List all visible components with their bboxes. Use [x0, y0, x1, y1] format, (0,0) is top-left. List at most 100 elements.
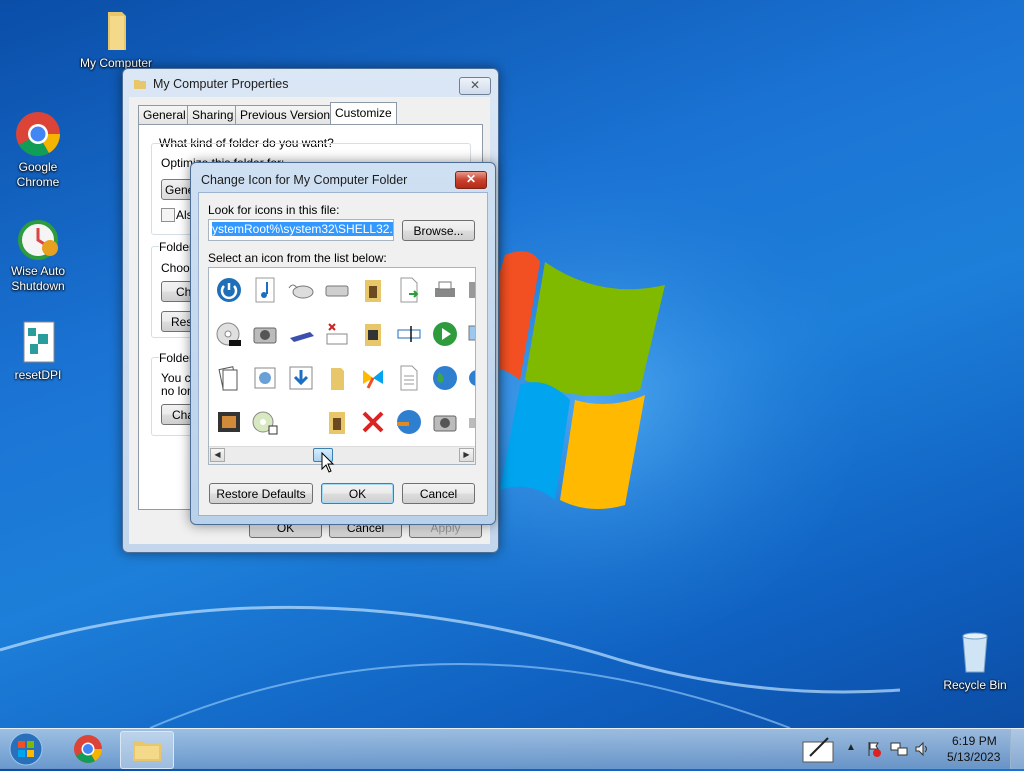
cd-download-icon[interactable]	[247, 404, 283, 440]
chrome-icon	[14, 110, 62, 158]
folder-icon[interactable]	[319, 360, 355, 396]
arrow-left-icon: ◀	[214, 450, 221, 459]
play-icon[interactable]	[427, 316, 463, 352]
dialog-title: Change Icon for My Computer Folder	[201, 173, 408, 187]
desktop-icon-label: Google Chrome	[16, 160, 60, 189]
desktop-icon-label: Recycle Bin	[943, 678, 1007, 692]
taskbar: ▲ 6:19 PM 5/13/2023	[0, 728, 1024, 769]
icon-grid	[209, 268, 475, 446]
scroll-left-button[interactable]: ◀	[210, 448, 225, 462]
taskbar-explorer[interactable]	[120, 731, 174, 769]
start-button[interactable]	[4, 731, 48, 767]
mouse-icon[interactable]	[283, 272, 319, 308]
volume-icon[interactable]	[914, 741, 932, 757]
tab-label: Customize	[335, 106, 392, 120]
resetdpi-icon	[14, 318, 62, 366]
mouse-cursor-icon	[321, 452, 335, 473]
tab-previous-versions[interactable]: Previous Versions	[235, 105, 342, 124]
scroll-right-button[interactable]: ▶	[459, 448, 474, 462]
horizontal-scrollbar[interactable]: ◀ ▶	[209, 446, 475, 464]
show-desktop-button[interactable]	[1010, 729, 1024, 769]
button-label: Browse...	[413, 224, 464, 238]
desktop-icon-recycle-bin[interactable]: Recycle Bin	[937, 628, 1013, 693]
blank-icon[interactable]	[283, 404, 319, 440]
action-center-icon[interactable]	[866, 741, 882, 757]
tab-general[interactable]: General	[138, 105, 191, 124]
show-hidden-icons-icon[interactable]: ▲	[846, 742, 856, 753]
drive-icon[interactable]	[319, 272, 355, 308]
tab-label: Previous Versions	[240, 108, 337, 122]
close-icon: ✕	[469, 78, 481, 92]
tab-label: Sharing	[192, 108, 234, 122]
media-icon[interactable]	[247, 360, 283, 396]
video-folder-icon[interactable]	[355, 316, 391, 352]
desktop-icon-label: resetDPI	[14, 368, 62, 382]
ok-button[interactable]: OK	[321, 483, 394, 504]
cancel-button[interactable]: Cancel	[402, 483, 475, 504]
music-folder-icon[interactable]	[319, 404, 355, 440]
close-button[interactable]: ✕	[455, 171, 487, 189]
file-move-icon[interactable]	[391, 272, 427, 308]
folder-icons-label: Folder	[159, 351, 194, 365]
rename-icon[interactable]	[391, 316, 427, 352]
folder-icon	[133, 77, 147, 94]
music-note-icon[interactable]	[247, 272, 283, 308]
partial-icon[interactable]	[463, 404, 475, 440]
chrome-icon	[74, 735, 102, 763]
also-apply-checkbox[interactable]	[161, 208, 175, 222]
wise-auto-shutdown-icon	[14, 214, 62, 262]
clock-date[interactable]: 5/13/2023	[947, 750, 1000, 764]
camera-icon[interactable]	[427, 404, 463, 440]
folder-icon	[133, 741, 161, 761]
tab-customize[interactable]: Customize	[330, 102, 397, 125]
clock-time[interactable]: 6:19 PM	[952, 734, 997, 748]
recycle-bin-icon	[951, 628, 999, 676]
msn-butterfly-icon[interactable]	[355, 360, 391, 396]
film-icon[interactable]	[211, 404, 247, 440]
desktop-icon-resetdpi[interactable]: resetDPI	[0, 318, 76, 383]
browse-button[interactable]: Browse...	[402, 220, 475, 241]
folder-pictures-label: Folder	[159, 240, 194, 254]
desktop-icon-label: Wise Auto Shutdown	[10, 264, 66, 293]
window-title: My Computer Properties	[153, 77, 289, 91]
button-label: OK	[348, 487, 367, 501]
taskbar-chrome[interactable]	[62, 731, 114, 767]
no-longer-text: no lon	[161, 384, 194, 398]
red-x-icon[interactable]	[355, 404, 391, 440]
desktop-icon-wise-auto-shutdown[interactable]: Wise Auto Shutdown	[0, 214, 76, 294]
network-disabled-icon[interactable]	[319, 316, 355, 352]
close-button[interactable]: ✕	[459, 77, 491, 95]
download-icon[interactable]	[283, 360, 319, 396]
tab-sharing[interactable]: Sharing	[187, 105, 239, 124]
select-icon-label: Select an icon from the list below:	[208, 251, 387, 265]
file-path-value: ystemRoot%\system32\SHELL32.dll	[212, 222, 393, 236]
icon-list[interactable]: ◀ ▶	[208, 267, 476, 465]
folder-icon	[92, 6, 140, 54]
tab-label: General	[143, 108, 186, 122]
arrow-right-icon: ▶	[463, 450, 470, 459]
desktop-icon-google-chrome[interactable]: Google Chrome	[0, 110, 76, 190]
documents-icon[interactable]	[211, 360, 247, 396]
printer-icon[interactable]	[427, 272, 463, 308]
scanner-icon[interactable]	[283, 316, 319, 352]
desktop-icon-my-computer[interactable]: My Computer	[78, 6, 154, 71]
windows-start-icon	[9, 732, 43, 766]
look-for-label: Look for icons in this file:	[208, 203, 340, 217]
monitor-partial-icon[interactable]	[463, 316, 475, 352]
button-label: Restore Defaults	[216, 487, 306, 501]
file-path-input[interactable]: ystemRoot%\system32\SHELL32.dll	[208, 219, 394, 241]
globe-icon[interactable]	[427, 360, 463, 396]
document-icon[interactable]	[391, 360, 427, 396]
printer-partial-icon[interactable]	[463, 272, 475, 308]
network-icon[interactable]	[890, 741, 908, 757]
dvd-icon[interactable]	[211, 316, 247, 352]
globe-partial-icon[interactable]	[463, 360, 475, 396]
globe-arrow-icon[interactable]	[391, 404, 427, 440]
music-folder-icon[interactable]	[355, 272, 391, 308]
button-label: Cancel	[419, 487, 458, 501]
close-icon: ✕	[465, 172, 477, 186]
power-icon[interactable]	[211, 272, 247, 308]
camera-icon[interactable]	[247, 316, 283, 352]
restore-defaults-button[interactable]: Restore Defaults	[209, 483, 313, 504]
pen-tablet-icon[interactable]	[800, 734, 836, 764]
